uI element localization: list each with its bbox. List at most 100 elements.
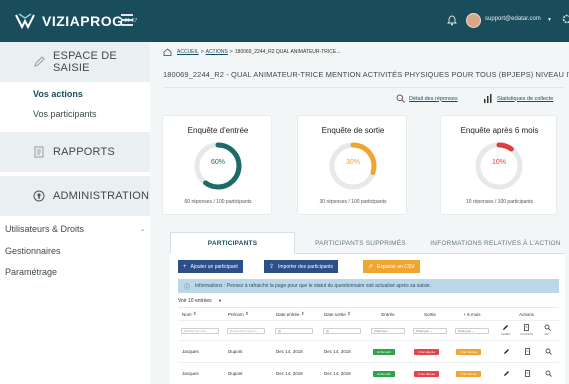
survey-card-meta: 30 réponses / 100 participants (319, 199, 387, 205)
progress-ring (329, 142, 377, 190)
menu-icon[interactable] (121, 14, 133, 26)
add-participant-label: Ajouter un participant (190, 263, 238, 270)
bell-icon[interactable] (447, 15, 457, 26)
sidebar-item-gestionnaires[interactable]: Gestionnaires (5, 246, 61, 256)
sidebar-section-label: RAPPORTS (53, 146, 115, 158)
import-participants-label: Importer des participants (278, 263, 334, 270)
tab-participants-supprimes[interactable]: PARTICIPANTS SUPPRIMÉS (298, 232, 423, 254)
sidebar-section-admin[interactable]: ADMINISTRATION (0, 176, 150, 216)
chevron-down-icon[interactable]: ⌄ (140, 226, 145, 233)
column-header-nom[interactable]: Nom ⇕ (178, 308, 222, 320)
export-csv-label: Exporter en CSV (377, 263, 415, 270)
upload-icon: ⇪ (269, 264, 275, 270)
breadcrumb-separator: > (229, 49, 233, 55)
stats-link[interactable]: Statistiques de collecte (483, 94, 553, 103)
sidebar-item-vos-actions[interactable]: Vos actions (33, 89, 83, 99)
filter-6-mois-select[interactable]: Choix par ⌄ (455, 327, 489, 334)
column-header-date-entree[interactable]: Date entrée ⇕ (272, 308, 318, 320)
survey-card-meta: 60 réponses / 100 participants (184, 199, 252, 205)
status-badge-sortie[interactable]: ⊙ En attente (414, 370, 440, 377)
survey-card-entree[interactable]: Enquête d'entrée 60% 60 réponses / 100 p… (162, 115, 272, 215)
table-row[interactable]: Jacques Dupont Dec 14, 2018 Dec 14, 2018… (178, 363, 559, 384)
cell-date-sortie: Dec 14, 2018 (324, 371, 351, 376)
sidebar-section-label: ADMINISTRATION (53, 190, 150, 202)
edit-icon[interactable] (503, 370, 510, 377)
cell-prenom: Dupont (228, 349, 243, 354)
filter-date-entree-input[interactable]: ▦ (275, 327, 313, 334)
info-text: Informations : Pensez à rafraichir la pa… (195, 283, 431, 289)
sidebar-item-parametrage[interactable]: Paramétrage (5, 267, 57, 277)
survey-card-percent: 60% (210, 159, 225, 166)
sidebar: ESPACE DE SAISIE Vos actions Vos partici… (0, 42, 150, 384)
gear-icon[interactable] (561, 13, 569, 25)
edit-icon[interactable] (503, 348, 510, 355)
participants-table: Nom ⇕ Prénom ⇕ Date entrée ⇕ Date sortie… (178, 307, 559, 377)
status-badge-6-mois[interactable]: ⊙ En attente (456, 370, 482, 377)
sidebar-section-saisie[interactable]: ESPACE DE SAISIE (0, 42, 150, 82)
column-header-6-mois[interactable]: + 6 mois (452, 308, 492, 320)
view-header-icon: Voir (544, 324, 554, 338)
view-icon[interactable] (545, 370, 552, 377)
export-csv-button[interactable]: ⇗ Exporter en CSV (363, 260, 420, 273)
column-header-actions: Actions (519, 311, 534, 317)
action-label: Voir (544, 332, 549, 336)
breadcrumb-current: 180069_2244_R2 QUAL ANIMATEUR-TRICE... (234, 49, 341, 55)
cell-date-entree: Dec 14, 2018 (276, 349, 303, 354)
status-badge-entree[interactable]: ⊕ Remplir (373, 370, 395, 377)
filter-date-sortie-input[interactable]: ▦ (323, 327, 361, 334)
table-header-row: Nom ⇕ Prénom ⇕ Date entrée ⇕ Date sortie… (178, 308, 559, 321)
bar-chart-icon (484, 94, 492, 103)
avatar[interactable] (466, 13, 481, 28)
sidebar-item-utilisateurs[interactable]: Utilisateurs & Droits (5, 224, 84, 234)
cell-nom: Jacques (182, 371, 199, 376)
status-badge-sortie[interactable]: ⊙ En attente (414, 348, 440, 355)
edit-header-icon: Modifier (502, 324, 512, 338)
chevron-down-icon[interactable]: ▼ (547, 17, 552, 23)
survey-card-sortie[interactable]: Enquête de sortie 30% 30 réponses / 100 … (297, 115, 407, 215)
column-header-sortie[interactable]: Sortie (410, 308, 450, 320)
status-badge-entree[interactable]: ⊕ Remplir (373, 348, 395, 355)
column-header-entree[interactable]: Entrée (368, 308, 408, 320)
progress-ring (194, 142, 242, 190)
main-content: ACCUEIL > ACTIONS > 180069_2244_R2 QUAL … (150, 42, 569, 384)
filter-entree-select[interactable]: Choix par ⌄ (371, 327, 405, 334)
import-participants-button[interactable]: ⇪ Importer des participants (264, 260, 339, 273)
home-icon[interactable] (163, 48, 172, 56)
cell-nom: Jacques (182, 349, 199, 354)
entries-select[interactable]: Voir 10 entrées ▼ (178, 298, 222, 304)
participants-panel: + Ajouter un participant ⇪ Importer des … (170, 254, 565, 384)
sidebar-item-vos-participants[interactable]: Vos participants (33, 109, 97, 119)
column-header-prenom[interactable]: Prénom ⇕ (224, 308, 270, 320)
status-badge-6-mois[interactable]: ⊙ En attente (456, 348, 482, 355)
stats-link-label: Statistiques de collecte (497, 95, 554, 102)
breadcrumb: ACCUEIL > ACTIONS > 180069_2244_R2 QUAL … (163, 48, 340, 56)
top-bar: VIZIAPROG 21-27 support@edatar.com ▼ (0, 0, 569, 42)
breadcrumb-actions[interactable]: ACTIONS (206, 49, 228, 55)
filter-prenom-input[interactable]: Rechercher prénom (227, 327, 265, 334)
table-row[interactable]: Jacques Dupont Dec 14, 2018 Dec 14, 2018… (178, 341, 559, 363)
survey-card-title: Enquête de sortie (321, 126, 385, 135)
logo[interactable]: VIZIAPROG 21-27 (14, 9, 137, 33)
detail-link[interactable]: Détail des réponses (396, 94, 458, 103)
shield-icon (33, 190, 45, 202)
filter-nom-input[interactable]: Rechercher nom (181, 327, 219, 334)
column-header-date-sortie[interactable]: Date sortie ⇕ (320, 308, 366, 320)
sidebar-section-label: ESPACE DE SAISIE (53, 50, 117, 74)
breadcrumb-separator: > (200, 49, 204, 55)
filter-sortie-select[interactable]: Choix par ⌄ (413, 327, 447, 334)
user-email[interactable]: support@edatar.com (485, 16, 541, 22)
survey-card-meta: 10 réponses / 100 participants (466, 199, 533, 205)
document-icon[interactable] (524, 348, 531, 355)
pencil-icon (34, 56, 45, 67)
add-participant-button[interactable]: + Ajouter un participant (178, 260, 243, 273)
view-icon[interactable] (545, 348, 552, 355)
action-label: Modifier (501, 332, 511, 336)
breadcrumb-home[interactable]: ACCUEIL (177, 49, 199, 55)
brand-name: VIZIAPROG (42, 13, 124, 29)
document-icon[interactable] (524, 370, 531, 377)
table-filter-row: Rechercher nom Rechercher prénom ▦ ▦ Cho… (178, 321, 559, 341)
survey-card-6-mois[interactable]: Enquête après 6 mois 10% 10 réponses / 1… (440, 115, 557, 215)
tab-informations-action[interactable]: INFORMATIONS RELATIVES À L'ACTION (426, 232, 565, 254)
sidebar-section-rapports[interactable]: RAPPORTS (0, 132, 150, 172)
tab-participants[interactable]: PARTICIPANTS (170, 232, 295, 254)
